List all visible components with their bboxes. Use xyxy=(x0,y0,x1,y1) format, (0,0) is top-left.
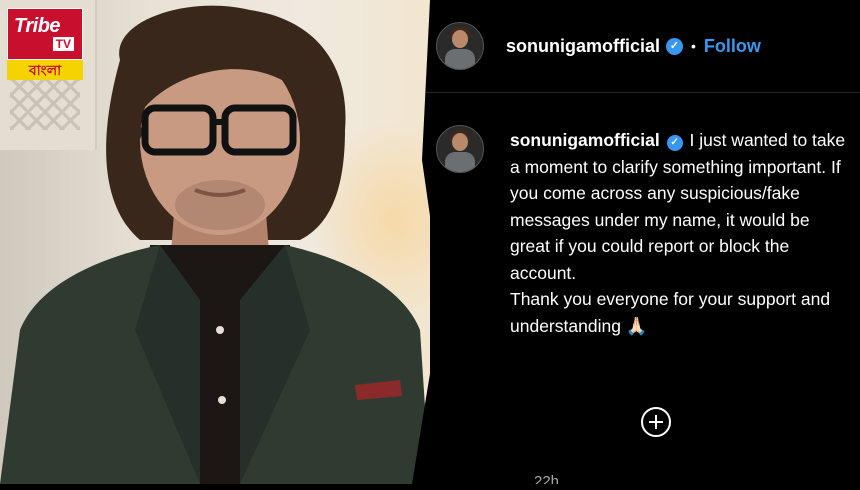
comment-body: sonunigamofficial ✓ I just wanted to tak… xyxy=(510,127,850,339)
plus-circle-icon[interactable] xyxy=(641,407,671,437)
brand-language: বাংলা xyxy=(7,60,83,80)
separator: • xyxy=(691,38,696,54)
comment-text-2: Thank you everyone for your support and … xyxy=(510,289,831,336)
praying-hands-icon: 🙏🏻 xyxy=(625,315,648,336)
photo-panel: Tribe TV বাংলা xyxy=(0,0,430,484)
brand-logo-top: Tribe TV xyxy=(7,8,83,60)
post-header: sonunigamofficial ✓ • Follow xyxy=(436,22,860,70)
comment-timestamp[interactable]: 22h xyxy=(534,473,559,484)
verified-badge-icon: ✓ xyxy=(666,135,683,151)
post-username[interactable]: sonunigamofficial xyxy=(506,36,660,57)
divider xyxy=(412,92,860,93)
follow-button[interactable]: Follow xyxy=(704,36,761,57)
comment-text: I just wanted to take a moment to clarif… xyxy=(510,130,846,283)
avatar[interactable] xyxy=(436,22,484,70)
instagram-post-panel: sonunigamofficial ✓ • Follow sonunigamof… xyxy=(412,0,860,484)
verified-badge-icon: ✓ xyxy=(666,37,684,55)
comment-username[interactable]: sonunigamofficial xyxy=(510,130,660,150)
brand-tv: TV xyxy=(52,37,74,51)
comment-avatar[interactable] xyxy=(436,125,484,173)
brand-name: Tribe xyxy=(14,15,61,37)
brand-logo: Tribe TV বাংলা xyxy=(7,8,83,80)
